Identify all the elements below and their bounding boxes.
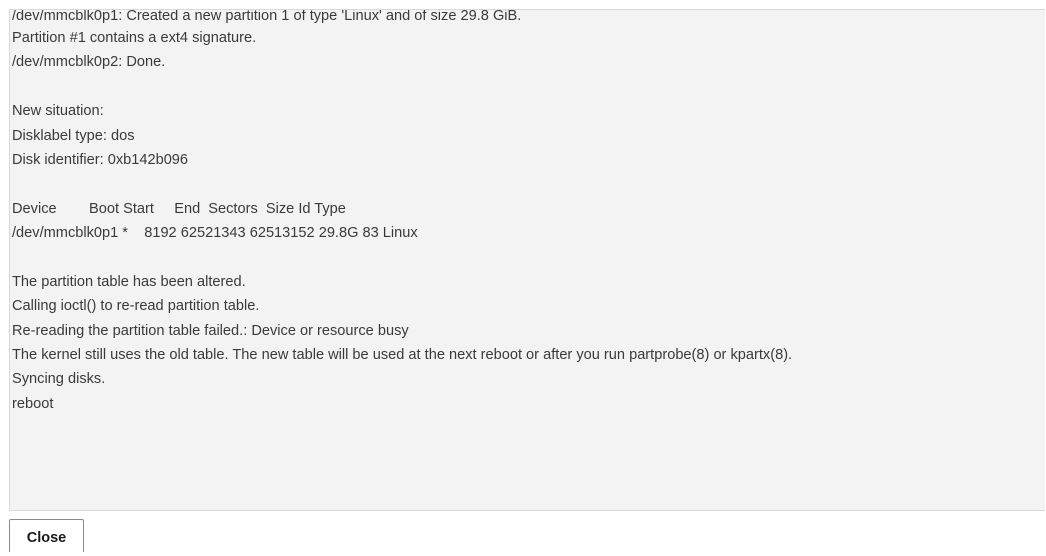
output-line: Device Boot Start End Sectors Size Id Ty… <box>12 200 346 217</box>
output-line: /dev/mmcblk0p1 * 8192 62521343 62513152 … <box>12 225 418 242</box>
command-output-panel[interactable]: /dev/mmcblk0p1: Created a new partition … <box>9 9 1045 511</box>
output-line: /dev/mmcblk0p2: Done. <box>12 54 166 71</box>
output-line: Disklabel type: dos <box>12 127 135 144</box>
output-line: Re-reading the partition table failed.: … <box>12 322 409 339</box>
output-line: Calling ioctl() to re-read partition tab… <box>12 298 260 315</box>
output-line: New situation: <box>12 103 104 120</box>
command-output-text: /dev/mmcblk0p1: Created a new partition … <box>12 10 1045 416</box>
output-line: The kernel still uses the old table. The… <box>12 347 793 364</box>
output-line: Disk identifier: 0xb142b096 <box>12 151 189 168</box>
output-line: Partition #1 contains a ext4 signature. <box>12 30 257 46</box>
close-button[interactable]: Close <box>9 519 84 552</box>
output-line: The partition table has been altered. <box>12 273 246 290</box>
output-line: /dev/mmcblk0p1: Created a new partition … <box>12 9 522 24</box>
output-line: Syncing disks. <box>12 371 106 388</box>
output-line: reboot <box>12 395 54 412</box>
